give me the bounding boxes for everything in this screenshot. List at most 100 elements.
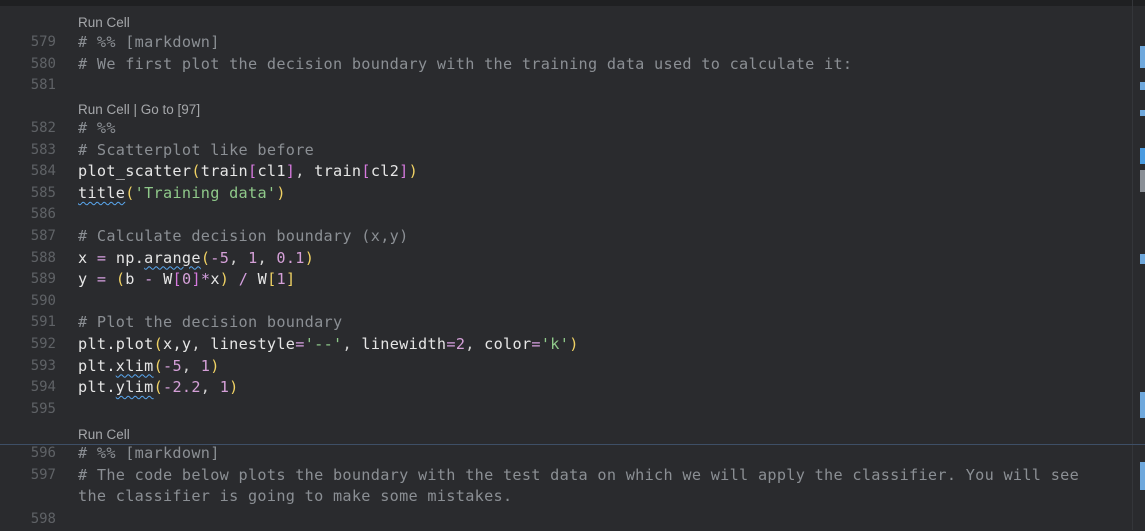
code-line-580[interactable]: 580 # We first plot the decision boundar… bbox=[0, 54, 1132, 76]
code-text: # We first plot the decision boundary wi… bbox=[78, 54, 853, 73]
line-number: 594 bbox=[30, 379, 56, 396]
line-number: 598 bbox=[30, 511, 56, 527]
line-number: 592 bbox=[30, 336, 56, 352]
code-text: plt.plot(x,y, linestyle='--', linewidth=… bbox=[78, 335, 579, 353]
code-text: # %% bbox=[78, 119, 116, 137]
token-identifier: cl1 bbox=[257, 162, 286, 181]
code-line-581[interactable]: 581 bbox=[0, 75, 1132, 97]
overview-ruler-marker bbox=[1140, 392, 1145, 418]
token-identifier: x bbox=[210, 270, 220, 289]
code-line-587[interactable]: 587 # Calculate decision boundary (x,y) bbox=[0, 226, 1132, 248]
code-line-579[interactable]: 579 # %% [markdown] bbox=[0, 32, 1132, 54]
code-text: # %% [markdown] bbox=[78, 33, 220, 51]
token-function: ylim bbox=[115, 378, 154, 397]
code-line-595[interactable]: 595 bbox=[0, 399, 1132, 421]
token-string: 'k' bbox=[540, 335, 570, 353]
overview-ruler-marker bbox=[1140, 46, 1145, 68]
line-number: 597 bbox=[30, 466, 56, 483]
line-number: 585 bbox=[30, 184, 56, 201]
line-number: 589 bbox=[30, 271, 56, 288]
line-number: 580 bbox=[30, 55, 56, 72]
line-number: 586 bbox=[30, 206, 56, 223]
token-identifier: np. bbox=[115, 248, 145, 267]
token-number: 1 bbox=[219, 378, 230, 397]
line-number: 590 bbox=[30, 292, 56, 309]
token-number: 1 bbox=[276, 270, 286, 289]
line-number: 581 bbox=[30, 77, 56, 94]
code-line-586[interactable]: 586 bbox=[0, 204, 1132, 226]
line-number: 588 bbox=[30, 249, 56, 266]
code-line-589[interactable]: 589 y = (b - W[0]*x) / W[1] bbox=[0, 269, 1132, 291]
line-number: 582 bbox=[30, 120, 56, 136]
token-identifier: W bbox=[163, 270, 173, 289]
line-number: 596 bbox=[30, 445, 56, 461]
overview-ruler-marker bbox=[1140, 462, 1145, 490]
editor-top-edge bbox=[0, 0, 1145, 6]
token-identifier: y bbox=[78, 270, 88, 289]
editor-ruler bbox=[1132, 0, 1133, 530]
run-cell-codelens[interactable]: Run Cell bbox=[78, 426, 130, 444]
line-number: 591 bbox=[30, 314, 56, 331]
token-identifier: x,y bbox=[163, 335, 192, 353]
token-function: arange bbox=[144, 248, 201, 267]
code-line-583[interactable]: 583 # Scatterplot like before bbox=[0, 140, 1132, 162]
run-cell-goto-codelens[interactable]: Run Cell | Go to [97] bbox=[78, 101, 200, 119]
overview-ruler-marker bbox=[1140, 110, 1145, 116]
code-line-582[interactable]: 582 # %% bbox=[0, 118, 1132, 140]
code-line-584[interactable]: 584 plot_scatter(train[cl1], train[cl2]) bbox=[0, 161, 1132, 183]
code-editor[interactable]: Run Cell 579 # %% [markdown] 580 # We fi… bbox=[0, 0, 1145, 530]
line-number: 579 bbox=[30, 34, 56, 50]
token-string: 'Training data' bbox=[134, 183, 277, 202]
line-number: 587 bbox=[30, 228, 56, 244]
code-text: # Calculate decision boundary (x,y) bbox=[78, 227, 409, 245]
token-function: plt.plot bbox=[78, 335, 154, 353]
code-line-593[interactable]: 593 plt.xlim(-5, 1) bbox=[0, 356, 1132, 378]
token-identifier: x bbox=[78, 248, 88, 267]
token-function: xlim bbox=[115, 356, 154, 375]
token-number: 1 bbox=[200, 356, 211, 375]
token-number: -5 bbox=[210, 248, 230, 267]
code-line-592[interactable]: 592 plt.plot(x,y, linestyle='--', linewi… bbox=[0, 334, 1132, 356]
code-text-wrapped: the classifier is going to make some mis… bbox=[78, 487, 513, 506]
code-line-588[interactable]: 588 x = np.arange(-5, 1, 0.1) bbox=[0, 248, 1132, 270]
token-keyword-arg: linewidth bbox=[361, 335, 447, 353]
code-line-597[interactable]: 597 # The code below plots the boundary … bbox=[0, 465, 1132, 487]
line-number: 583 bbox=[30, 141, 56, 158]
code-text: # The code below plots the boundary with… bbox=[78, 465, 1080, 484]
token-number: 1 bbox=[248, 248, 258, 267]
line-number: 593 bbox=[30, 357, 56, 374]
code-text: y = (b - W[0]*x) / W[1] bbox=[78, 270, 296, 289]
token-keyword-arg: linestyle bbox=[210, 335, 296, 353]
line-number: 584 bbox=[30, 163, 56, 180]
line-number: 595 bbox=[30, 400, 56, 417]
token-number: -2.2 bbox=[163, 378, 201, 397]
code-line-598[interactable]: 598 bbox=[0, 509, 1132, 531]
code-line-590[interactable]: 590 bbox=[0, 291, 1132, 313]
overview-ruler-marker bbox=[1140, 170, 1145, 192]
token-identifier: W bbox=[257, 270, 268, 289]
run-cell-codelens[interactable]: Run Cell bbox=[78, 14, 130, 32]
code-line-596[interactable]: 596 # %% [markdown] bbox=[0, 443, 1132, 465]
token-identifier: plt. bbox=[78, 378, 116, 397]
code-text: plt.ylim(-2.2, 1) bbox=[78, 378, 239, 397]
overview-ruler-marker bbox=[1140, 148, 1145, 164]
overview-ruler-marker bbox=[1140, 82, 1145, 90]
token-identifier: train bbox=[200, 162, 248, 181]
code-line-594[interactable]: 594 plt.ylim(-2.2, 1) bbox=[0, 377, 1132, 399]
code-text: # Scatterplot like before bbox=[78, 140, 315, 159]
code-text: title('Training data') bbox=[78, 183, 286, 202]
token-function: plot_scatter bbox=[78, 162, 192, 181]
code-line-585[interactable]: 585 title('Training data') bbox=[0, 183, 1132, 205]
code-text: # %% [markdown] bbox=[78, 444, 220, 462]
token-string: '--' bbox=[304, 335, 343, 353]
token-number: 0.1 bbox=[276, 248, 305, 267]
code-line-591[interactable]: 591 # Plot the decision boundary bbox=[0, 312, 1132, 334]
code-line-597-wrap[interactable]: the classifier is going to make some mis… bbox=[0, 486, 1132, 508]
token-number: -5 bbox=[163, 356, 182, 375]
token-function: title bbox=[78, 183, 126, 202]
code-text: plt.xlim(-5, 1) bbox=[78, 356, 220, 375]
code-text: # Plot the decision boundary bbox=[78, 313, 343, 332]
token-identifier: cl2 bbox=[370, 162, 400, 181]
overview-ruler-marker bbox=[1140, 254, 1145, 264]
code-text: plot_scatter(train[cl1], train[cl2]) bbox=[78, 162, 419, 181]
